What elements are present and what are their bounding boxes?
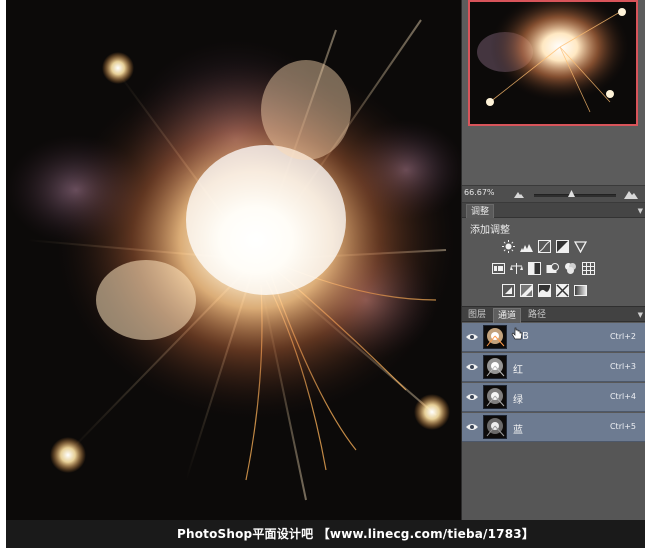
zoom-slider-track[interactable]: [534, 194, 616, 197]
tab-layers[interactable]: 图层: [464, 308, 490, 323]
navigator-zoom-bar: 66.67%: [462, 185, 645, 203]
hue-saturation-icon[interactable]: [492, 262, 505, 275]
adjustments-panel-header: 调整 ▼: [462, 203, 645, 218]
tab-channels[interactable]: 通道: [493, 308, 522, 323]
channel-thumbnail: [483, 325, 507, 349]
threshold-icon[interactable]: [538, 284, 551, 297]
adjustments-row-2: [492, 262, 595, 275]
zoom-slider-thumb[interactable]: [568, 190, 575, 197]
channels-list: B Ctrl+2 红 Ctrl+3 绿 Ctrl+4 蓝 Ctrl+5: [462, 322, 645, 442]
vibrance-icon[interactable]: [574, 240, 587, 253]
panel-menu-icon[interactable]: ▼: [638, 207, 643, 215]
channel-shortcut: Ctrl+3: [609, 362, 636, 371]
channel-shortcut: Ctrl+5: [609, 422, 636, 431]
brightness-contrast-icon[interactable]: [502, 240, 515, 253]
channel-shortcut: Ctrl+2: [609, 332, 636, 341]
eye-icon[interactable]: [466, 332, 478, 342]
channel-row-blue[interactable]: 蓝 Ctrl+5: [462, 413, 645, 442]
mountain-large-icon[interactable]: [624, 189, 638, 199]
tab-paths[interactable]: 路径: [524, 308, 550, 323]
tab-adjustments[interactable]: 调整: [466, 204, 495, 218]
mountain-small-icon[interactable]: [514, 190, 524, 198]
right-panel: 66.67% 调整 ▼ 添加调整 图层 通道 路径 ▼ B Ctrl+2 红 C…: [461, 0, 645, 520]
adjustments-title: 添加调整: [470, 225, 510, 236]
adjustments-row-3: [502, 284, 587, 297]
channels-empty-area: [462, 442, 645, 520]
photo-filter-icon[interactable]: [546, 262, 559, 275]
adjustments-row-1: [502, 240, 587, 253]
channel-thumbnail: [483, 415, 507, 439]
channel-thumbnail: [483, 385, 507, 409]
document-canvas[interactable]: [6, 0, 461, 520]
panel-menu-icon[interactable]: ▼: [638, 311, 643, 319]
channel-mixer-icon[interactable]: [564, 262, 577, 275]
navigator-thumbnail[interactable]: [468, 0, 638, 126]
channel-row-rgb[interactable]: B Ctrl+2: [462, 323, 645, 352]
eye-icon[interactable]: [466, 422, 478, 432]
invert-icon[interactable]: [502, 284, 515, 297]
curves-icon[interactable]: [538, 240, 551, 253]
exposure-icon[interactable]: [556, 240, 569, 253]
channel-thumbnail: [483, 355, 507, 379]
explosion-image: [6, 0, 461, 520]
navigator-preview-image: [470, 2, 636, 124]
watermark-bar: PhotoShop平面设计吧 【www.linecg.com/tieba/178…: [6, 520, 645, 548]
color-balance-icon[interactable]: [510, 262, 523, 275]
eye-icon[interactable]: [466, 362, 478, 372]
eye-icon[interactable]: [466, 392, 478, 402]
adjustments-panel: 添加调整: [462, 218, 645, 306]
watermark-text: PhotoShop平面设计吧 【www.linecg.com/tieba/178…: [176, 527, 535, 541]
gradient-map-icon[interactable]: [574, 284, 587, 297]
black-white-icon[interactable]: [528, 262, 541, 275]
layers-panel-header: 图层 通道 路径 ▼: [462, 306, 645, 323]
posterize-icon[interactable]: [520, 284, 533, 297]
channel-shortcut: Ctrl+4: [609, 392, 636, 401]
zoom-value[interactable]: 66.67%: [464, 188, 495, 197]
channel-row-red[interactable]: 红 Ctrl+3: [462, 353, 645, 382]
levels-icon[interactable]: [520, 240, 533, 253]
channel-name: 蓝: [513, 425, 523, 436]
channel-name: B: [522, 331, 529, 342]
channel-name: 绿: [513, 395, 523, 406]
navigator-panel: [462, 0, 645, 185]
channel-name: 红: [513, 365, 523, 376]
selective-color-icon[interactable]: [556, 284, 569, 297]
color-lookup-icon[interactable]: [582, 262, 595, 275]
channel-row-green[interactable]: 绿 Ctrl+4: [462, 383, 645, 412]
